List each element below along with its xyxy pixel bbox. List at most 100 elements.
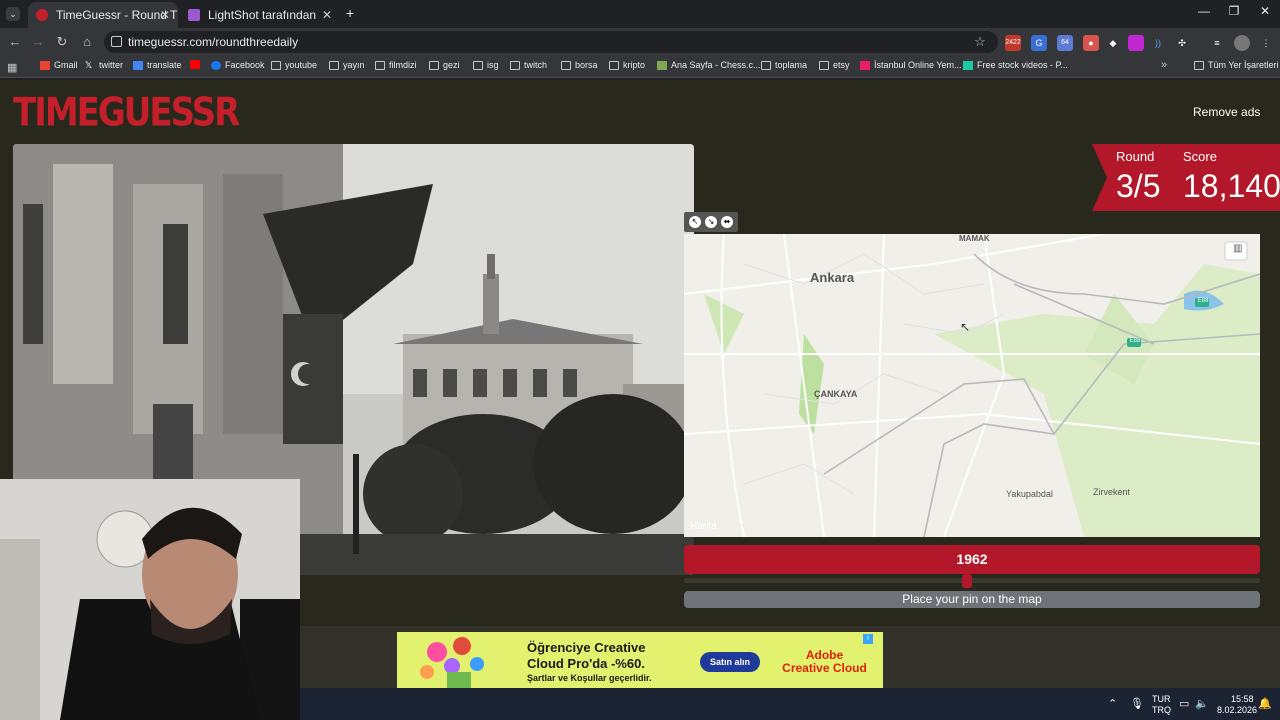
media-control-icon[interactable]: ≡	[1209, 35, 1225, 51]
tab-lightshot[interactable]: LightShot tarafından Ekran Görü ✕	[180, 2, 340, 28]
score-label: Score	[1183, 149, 1217, 164]
bookmark-folder-isg[interactable]: isg	[473, 60, 499, 70]
tab-title: LightShot tarafından Ekran Görü	[208, 8, 318, 22]
ad-buy-button[interactable]: Satın alın	[700, 652, 760, 672]
bookmark-twitter[interactable]: 𝕏twitter	[85, 60, 123, 70]
tab-search-button[interactable]: ⌄	[6, 7, 20, 21]
year-slider-thumb[interactable]	[962, 574, 972, 588]
folder-icon	[429, 60, 439, 70]
bookmark-folder-toplama[interactable]: toplama	[761, 60, 807, 70]
tray-expand-icon[interactable]: ⌃	[1108, 697, 1117, 710]
network-icon[interactable]: ▭	[1179, 697, 1189, 710]
map-layers-icon[interactable]: ▥	[1233, 243, 1242, 254]
extension-count-icon[interactable]: 64	[1057, 35, 1073, 51]
ad-brand-2: Creative Cloud	[782, 661, 867, 675]
bookmark-folder-kripto[interactable]: kripto	[609, 60, 645, 70]
round-label: Round	[1116, 149, 1155, 164]
folder-icon	[473, 60, 483, 70]
x-icon: 𝕏	[85, 59, 93, 70]
adobe-banner-ad[interactable]: Öğrenciye Creative Cloud Pro'da -%60. Şa…	[397, 632, 883, 688]
restore-icon[interactable]: ❐	[1219, 4, 1249, 18]
folder-icon	[510, 60, 520, 70]
bookmark-folder-etsy[interactable]: etsy	[819, 60, 850, 70]
bookmark-stock-videos[interactable]: Free stock videos - P...	[963, 60, 1068, 70]
translate-icon	[133, 60, 143, 70]
profile-avatar[interactable]	[1234, 35, 1250, 51]
ad-brand-1: Adobe	[805, 648, 844, 662]
bookmark-star-icon[interactable]: ☆	[972, 34, 988, 50]
shrink-map-icon[interactable]: ↘	[705, 216, 717, 228]
bookmark-folder-gezi[interactable]: gezi	[429, 60, 460, 70]
url-text[interactable]: timeguessr.com/roundthreedaily	[128, 35, 298, 49]
close-window-icon[interactable]: ✕	[1250, 4, 1280, 18]
road-shield-e88: E88	[1197, 298, 1209, 304]
folder-icon	[819, 60, 829, 70]
bookmark-folder-twitch[interactable]: twitch	[510, 60, 547, 70]
forward-icon[interactable]: →	[30, 34, 46, 50]
folder-icon	[271, 60, 281, 70]
yemeksepeti-icon	[860, 60, 870, 70]
folder-icon	[761, 60, 771, 70]
bookmark-facebook[interactable]: Facebook	[211, 60, 265, 70]
folder-icon	[329, 60, 339, 70]
remove-ads-link[interactable]: Remove ads	[1193, 105, 1260, 119]
language-tur[interactable]: TUR	[1152, 694, 1171, 704]
map-attribution[interactable]: Harita	[690, 521, 717, 532]
translate-extension-icon[interactable]: G	[1031, 35, 1047, 51]
clock-date[interactable]: 8.02.2026	[1217, 705, 1257, 715]
year-slider-track[interactable]	[684, 578, 1260, 583]
site-info-icon[interactable]	[111, 36, 122, 47]
facebook-icon	[211, 60, 221, 70]
notifications-icon[interactable]: 🔔	[1258, 697, 1272, 710]
timeguessr-favicon-icon	[36, 9, 48, 21]
bookmark-folder-filmdizi[interactable]: filmdizi	[375, 60, 417, 70]
ad-line-3: Şartlar ve Koşullar geçerlidir.	[527, 673, 652, 683]
new-tab-icon[interactable]: +	[346, 5, 354, 21]
bookmark-youtube-red[interactable]	[190, 60, 204, 69]
home-icon[interactable]: ⌂	[79, 34, 95, 50]
folder-icon	[1194, 60, 1204, 70]
more-bookmarks-icon[interactable]: »	[1161, 59, 1167, 71]
bookmark-chess[interactable]: Ana Sayfa - Chess.c...	[657, 60, 761, 70]
apps-grid-icon[interactable]: ▦	[7, 61, 17, 74]
bookmark-folder-borsa[interactable]: borsa	[561, 60, 598, 70]
close-tab-icon[interactable]: ✕	[160, 8, 170, 22]
clock-time[interactable]: 15:58	[1231, 694, 1254, 704]
purple-extension-icon[interactable]	[1128, 35, 1144, 51]
extensions-puzzle-icon[interactable]: ✣	[1174, 35, 1190, 51]
ad-line-1: Öğrenciye Creative	[527, 640, 646, 655]
folder-icon	[609, 60, 619, 70]
reload-icon[interactable]: ↻	[54, 34, 70, 50]
menu-kebab-icon[interactable]: ⋮	[1258, 35, 1274, 51]
tab-timeguessr[interactable]: TimeGuessr - Round Three ✕	[28, 2, 178, 28]
mouse-cursor-icon: ↖	[960, 320, 971, 334]
volume-icon[interactable]: 🔈	[1195, 697, 1209, 710]
youtube-icon	[190, 60, 200, 69]
map-legal-link[interactable]: Yasal Bilgi	[736, 523, 764, 529]
red-extension-icon[interactable]: ●	[1083, 35, 1099, 51]
microphone-icon[interactable]: 🎙	[1130, 697, 1144, 710]
bookmark-translate[interactable]: translate	[133, 60, 182, 70]
back-icon[interactable]: ←	[7, 34, 23, 50]
diamond-extension-icon[interactable]: ◆	[1105, 35, 1121, 51]
bookmark-gmail[interactable]: Gmail	[40, 60, 78, 70]
map-label-yakupabdal: Yakupabdal	[1006, 489, 1053, 499]
close-tab-icon[interactable]: ✕	[322, 8, 332, 22]
timeguessr-logo[interactable]: TIMEGUESSR	[13, 90, 240, 136]
pin-map-icon[interactable]: ⬌	[721, 216, 733, 228]
extension-badge-icon[interactable]: 2422	[1005, 35, 1021, 51]
all-bookmarks-folder[interactable]: Tüm Yer İşaretleri	[1194, 60, 1279, 70]
guess-map[interactable]: MAMAK Ankara ÇANKAYA Yakupabdal Zirveken…	[684, 234, 1260, 537]
audio-extension-icon[interactable]: ))	[1150, 35, 1166, 51]
map-label-zirvekent: Zirvekent	[1093, 487, 1131, 497]
minimize-icon[interactable]: —	[1189, 4, 1219, 18]
language-trq[interactable]: TRQ	[1152, 705, 1171, 715]
place-pin-button[interactable]: Place your pin on the map	[684, 591, 1260, 608]
bookmark-folder-yayin[interactable]: yayın	[329, 60, 365, 70]
ad-line-2: Cloud Pro'da -%60.	[527, 656, 645, 671]
bookmark-yemeksepeti[interactable]: İstanbul Online Yem...	[860, 60, 962, 70]
year-display: 1962	[684, 545, 1260, 574]
expand-map-icon[interactable]: ↖	[689, 216, 701, 228]
bookmark-folder-youtube[interactable]: youtube	[271, 60, 317, 70]
ad-choices-icon[interactable]: i	[863, 634, 873, 644]
